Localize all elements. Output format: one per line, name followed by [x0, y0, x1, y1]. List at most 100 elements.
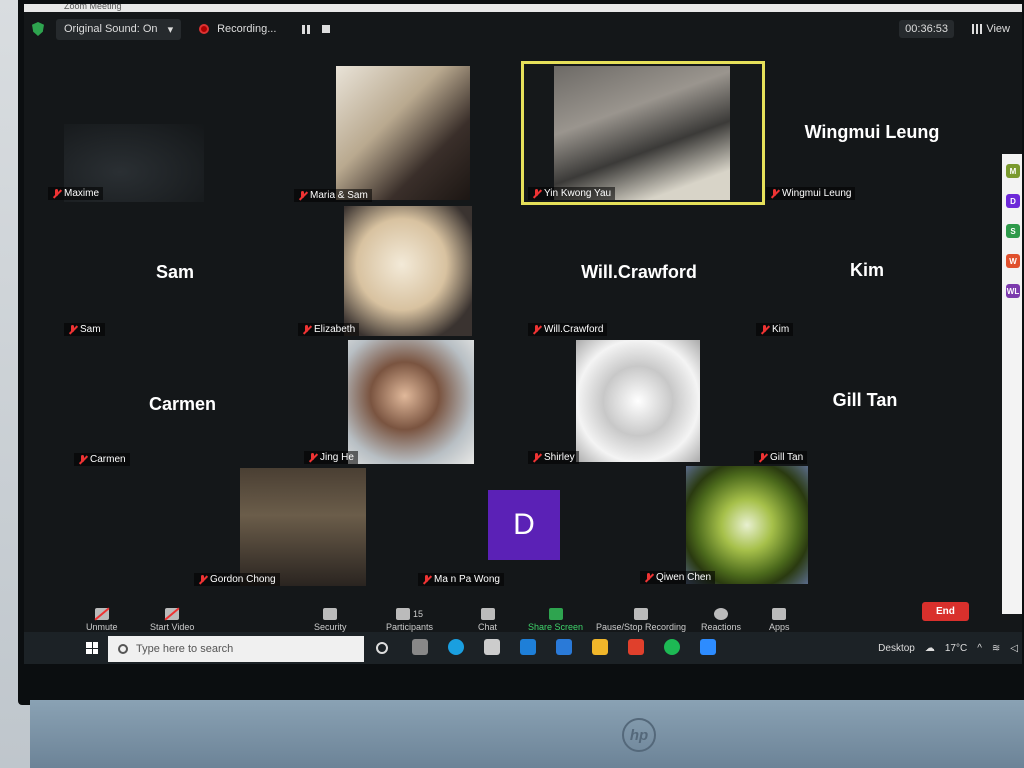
- windows-start-icon[interactable]: [86, 642, 98, 654]
- tile-gill-tan[interactable]: Gill Tan Gill Tan: [750, 338, 980, 466]
- volume-icon[interactable]: ◁: [1010, 643, 1018, 654]
- tile-kim[interactable]: Kim Kim: [752, 204, 982, 338]
- cloud-icon: ☁: [924, 642, 935, 654]
- edge-icon[interactable]: [448, 639, 464, 655]
- share-screen-button[interactable]: Share Screen: [528, 608, 583, 632]
- muted-mic-icon: [644, 572, 653, 583]
- folder-icon[interactable]: [592, 639, 608, 655]
- tile-qiwen-chen[interactable]: Qiwen Chen: [636, 466, 812, 586]
- participant-label: Sam: [64, 323, 105, 336]
- start-video-button[interactable]: Start Video: [150, 608, 194, 632]
- chevron-up-icon[interactable]: ^: [977, 643, 982, 654]
- participant-label: Carmen: [74, 453, 130, 466]
- mail-icon[interactable]: [556, 639, 572, 655]
- tile-yin-kwong-yau[interactable]: Yin Kwong Yau: [521, 61, 765, 205]
- avatar[interactable]: M: [1006, 164, 1020, 178]
- tile-gordon-chong[interactable]: Gordon Chong: [190, 466, 370, 588]
- photo-frame: hp Zoom Meeting Original Sound: On ▾ Reco…: [0, 0, 1024, 768]
- participant-name: Will.Crawford: [581, 262, 697, 282]
- screen: Zoom Meeting Original Sound: On ▾ Recordi…: [24, 4, 1022, 664]
- original-sound-button[interactable]: Original Sound: On ▾: [56, 18, 182, 40]
- original-sound-label: Original Sound: On: [64, 22, 158, 35]
- participant-label: Kim: [756, 323, 794, 336]
- video-off-icon: [165, 608, 180, 620]
- participants-count: 15: [413, 609, 424, 619]
- muted-mic-icon: [52, 188, 61, 199]
- chat-icon: [480, 608, 495, 620]
- muted-mic-icon: [68, 324, 77, 335]
- tile-sam[interactable]: Sam Sam: [60, 204, 290, 338]
- participant-name: Sam: [155, 262, 195, 282]
- system-tray: Desktop ☁ 17°C ^ ≋ ◁: [878, 632, 1018, 664]
- tile-elizabeth[interactable]: Elizabeth: [294, 204, 474, 338]
- widgets-icon[interactable]: [412, 639, 428, 655]
- pause-icon[interactable]: [302, 24, 311, 34]
- meeting-toolbar: Unmute Start Video Security 15 Participan…: [24, 596, 1022, 632]
- avatar[interactable]: D: [1006, 194, 1020, 208]
- participant-label: Wingmui Leung: [766, 187, 856, 200]
- shield-icon[interactable]: [32, 22, 44, 36]
- participant-label: Maria & Sam: [294, 189, 372, 202]
- chevron-down-icon: ▾: [167, 23, 174, 36]
- unmute-button[interactable]: Unmute: [86, 608, 118, 632]
- muted-mic-icon: [532, 452, 541, 463]
- wifi-icon[interactable]: ≋: [992, 643, 1000, 654]
- avatar[interactable]: W: [1006, 254, 1020, 268]
- participant-name: Kim: [849, 260, 884, 280]
- tile-maxime[interactable]: Maxime: [44, 64, 314, 202]
- participant-label: Gill Tan: [754, 451, 808, 464]
- muted-mic-icon: [78, 454, 87, 465]
- video-feed: [240, 468, 366, 586]
- tile-ma-n-pa-wong[interactable]: D Ma n Pa Wong: [414, 466, 634, 588]
- view-label: View: [986, 23, 1010, 35]
- tile-will-crawford[interactable]: Will.Crawford Will.Crawford: [524, 204, 754, 338]
- participants-icon: [396, 608, 410, 620]
- participant-name: Gill Tan: [832, 390, 898, 410]
- participants-button[interactable]: 15 Participants: [386, 608, 433, 632]
- recording-icon: [199, 24, 210, 34]
- window-title: Zoom Meeting: [24, 4, 1022, 12]
- video-feed: [554, 66, 730, 200]
- muted-mic-icon: [422, 574, 431, 585]
- search-icon: [118, 644, 128, 654]
- video-feed: [336, 66, 470, 200]
- office-icon[interactable]: [628, 639, 644, 655]
- taskbar-search[interactable]: Type here to search: [108, 636, 364, 662]
- tile-wingmui-leung[interactable]: Wingmui Leung Wingmui Leung: [762, 64, 982, 202]
- mic-muted-icon: [94, 608, 109, 620]
- app-icon[interactable]: [520, 639, 536, 655]
- end-button[interactable]: End: [922, 602, 969, 621]
- video-feed: [344, 206, 472, 336]
- apps-button[interactable]: Apps: [769, 608, 790, 632]
- avatar[interactable]: S: [1006, 224, 1020, 238]
- tile-carmen[interactable]: Carmen Carmen: [70, 338, 295, 468]
- avatar[interactable]: WL: [1006, 284, 1020, 298]
- chat-button[interactable]: Chat: [478, 608, 497, 632]
- shield-icon: [323, 608, 338, 620]
- muted-mic-icon: [198, 574, 207, 585]
- participant-label: Shirley: [528, 451, 579, 464]
- tile-shirley[interactable]: Shirley: [524, 338, 744, 466]
- reactions-button[interactable]: Reactions: [701, 608, 741, 632]
- task-view-icon[interactable]: [376, 642, 388, 654]
- zoom-icon[interactable]: [700, 639, 716, 655]
- muted-mic-icon: [308, 452, 317, 463]
- grid-icon: [972, 24, 983, 34]
- participant-label: Gordon Chong: [194, 573, 280, 586]
- tile-maria-sam[interactable]: Maria & Sam: [290, 64, 470, 204]
- chat-sidebar: M D S W WL: [1002, 154, 1022, 614]
- security-button[interactable]: Security: [314, 608, 347, 632]
- view-button[interactable]: View: [972, 23, 1010, 35]
- video-feed: [348, 340, 474, 464]
- participant-label: Yin Kwong Yau: [528, 187, 616, 200]
- hp-logo: hp: [622, 718, 656, 752]
- pause-stop-icon: [634, 608, 649, 620]
- pause-recording-button[interactable]: Pause/Stop Recording: [596, 608, 686, 632]
- video-feed: [576, 340, 700, 462]
- tile-jing-he[interactable]: Jing He: [300, 338, 478, 466]
- monitor-chin: hp: [30, 700, 1024, 768]
- spotify-icon[interactable]: [664, 639, 680, 655]
- stop-icon[interactable]: [322, 25, 331, 33]
- store-icon[interactable]: [484, 639, 500, 655]
- desktop-label[interactable]: Desktop: [878, 643, 915, 654]
